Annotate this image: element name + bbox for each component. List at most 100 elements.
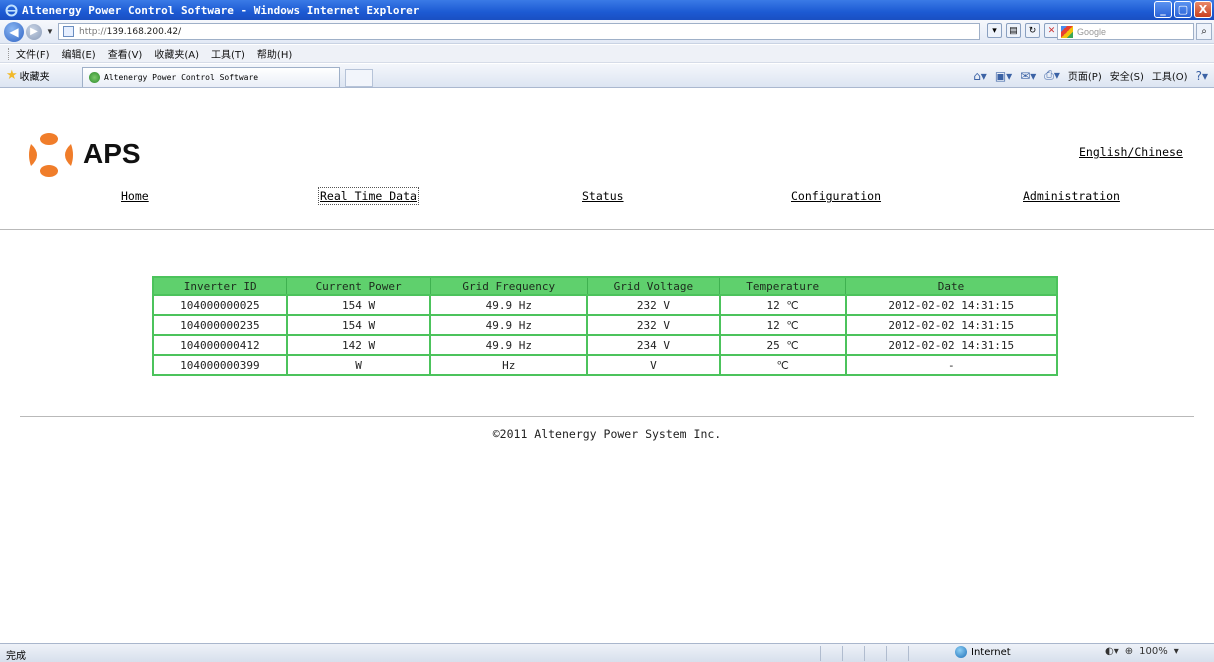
cell-temperature: 25 ℃	[718, 334, 847, 356]
table-row: 104000000025 154 W 49.9 Hz 232 V 12 ℃ 20…	[152, 294, 1059, 316]
inverter-data-table: Inverter ID Current Power Grid Frequency…	[152, 276, 1059, 376]
safety-menu[interactable]: 安全(S)	[1110, 68, 1144, 83]
table-row: 104000000235 154 W 49.9 Hz 232 V 12 ℃ 20…	[152, 314, 1059, 336]
zoom-icon: ⊕	[1124, 646, 1134, 657]
favorites-button[interactable]: 收藏夹	[20, 68, 50, 83]
cell-inverter-id: 104000000399	[152, 354, 288, 376]
aps-logo: APS	[25, 130, 165, 180]
maximize-button[interactable]: ▢	[1174, 1, 1192, 18]
status-bar: 完成 Internet ◐▾ ⊕ 100% ▾	[0, 643, 1214, 662]
cell-inverter-id: 104000000235	[152, 314, 288, 336]
cell-inverter-id: 104000000025	[152, 294, 288, 316]
cell-date: -	[844, 354, 1059, 376]
menu-edit[interactable]: 编辑(E)	[62, 46, 96, 61]
mail-icon[interactable]: ✉▾	[1020, 69, 1036, 83]
column-header: Date	[845, 276, 1058, 296]
table-row: 104000000399 W Hz V ℃ -	[152, 354, 1059, 376]
copyright-text: ©2011 Altenergy Power System Inc.	[492, 427, 722, 441]
refresh-icon[interactable]: ↻	[1025, 23, 1040, 38]
menu-tools[interactable]: 工具(T)	[211, 46, 245, 61]
menu-help[interactable]: 帮助(H)	[257, 46, 292, 61]
google-icon	[1061, 25, 1073, 38]
forward-button[interactable]: ▶	[26, 23, 42, 40]
status-pane	[842, 646, 864, 661]
search-placeholder: Google	[1077, 26, 1107, 37]
cell-grid-frequency: 49.9 Hz	[429, 314, 589, 336]
menu-favorites[interactable]: 收藏夹(A)	[154, 46, 199, 61]
home-icon[interactable]: ⌂▾	[973, 69, 987, 83]
cell-current-power: W	[285, 354, 432, 376]
header-divider	[0, 229, 1214, 230]
zone-label: Internet	[971, 646, 1011, 658]
close-button[interactable]: X	[1194, 1, 1212, 18]
url-scheme: http://	[79, 26, 107, 37]
history-dropdown-icon[interactable]: ▼	[46, 27, 54, 36]
cell-current-power: 154 W	[285, 314, 432, 336]
column-header: Temperature	[719, 276, 847, 296]
back-arrow-icon: ◀	[9, 24, 19, 39]
cell-grid-voltage: 232 V	[586, 314, 721, 336]
table-header-row: Inverter ID Current Power Grid Frequency…	[152, 276, 1058, 296]
cell-date: 2012-02-02 14:31:15	[844, 294, 1059, 316]
minimize-button[interactable]: _	[1154, 1, 1172, 18]
feeds-icon[interactable]: ▣▾	[995, 69, 1012, 83]
tools-menu[interactable]: 工具(O)	[1152, 68, 1188, 83]
brand-name: APS	[83, 138, 141, 169]
forward-arrow-icon: ▶	[30, 26, 38, 37]
main-nav: Home Real Time Data Status Configuration…	[0, 187, 1214, 207]
security-zone[interactable]: Internet	[955, 646, 1011, 658]
cell-grid-voltage: 234 V	[586, 334, 721, 356]
cell-current-power: 142 W	[285, 334, 432, 356]
protected-mode-icon[interactable]: ◐▾	[1105, 646, 1119, 657]
cell-temperature: ℃	[718, 354, 847, 376]
page-menu[interactable]: 页面(P)	[1068, 68, 1102, 83]
page-icon	[63, 26, 74, 37]
footer-divider	[20, 416, 1194, 417]
cell-inverter-id: 104000000412	[152, 334, 288, 356]
cell-grid-voltage: 232 V	[586, 294, 721, 316]
back-button[interactable]: ◀	[4, 21, 24, 42]
address-toolbar: ◀ ▶ ▼ http://139.168.200.42/ ▾ ▤ ↻ ✕ Goo…	[0, 20, 1214, 44]
search-icon[interactable]: ⌕	[1196, 23, 1212, 40]
menu-file[interactable]: 文件(F)	[16, 46, 50, 61]
menu-view[interactable]: 查看(V)	[108, 46, 143, 61]
column-header: Inverter ID	[152, 276, 288, 296]
toolbar-grip	[8, 47, 10, 60]
status-pane	[820, 646, 842, 661]
language-toggle-link[interactable]: English/Chinese	[1079, 145, 1183, 159]
tab-favicon-icon	[89, 72, 100, 83]
nav-configuration[interactable]: Configuration	[791, 189, 881, 203]
cell-date: 2012-02-02 14:31:15	[844, 334, 1059, 356]
column-header: Grid Voltage	[586, 276, 721, 296]
favorites-bar: ★ 收藏夹 Altenergy Power Control Software ⌂…	[0, 64, 1214, 88]
address-dropdown-icon[interactable]: ▾	[987, 23, 1002, 38]
status-pane	[908, 646, 930, 661]
window-titlebar: Altenergy Power Control Software - Windo…	[0, 0, 1214, 20]
nav-real-time-data[interactable]: Real Time Data	[318, 187, 419, 205]
cell-grid-frequency: 49.9 Hz	[429, 334, 589, 356]
nav-status[interactable]: Status	[582, 189, 624, 203]
new-tab-button[interactable]	[345, 69, 373, 87]
nav-administration[interactable]: Administration	[1023, 189, 1120, 203]
search-input[interactable]: Google	[1057, 23, 1194, 40]
favorites-star-icon[interactable]: ★	[6, 68, 18, 83]
status-panes	[820, 646, 930, 661]
nav-home[interactable]: Home	[121, 189, 149, 203]
address-input[interactable]: http://139.168.200.42/	[58, 23, 980, 40]
cell-temperature: 12 ℃	[718, 294, 847, 316]
compatibility-view-icon[interactable]: ▤	[1006, 23, 1021, 38]
tab-title: Altenergy Power Control Software	[104, 73, 259, 82]
zoom-control[interactable]: ◐▾ ⊕ 100% ▾	[1105, 646, 1179, 657]
window-title: Altenergy Power Control Software - Windo…	[22, 3, 420, 17]
browser-tab[interactable]: Altenergy Power Control Software	[82, 67, 340, 87]
cell-current-power: 154 W	[285, 294, 432, 316]
print-icon[interactable]: ⎙▾	[1044, 68, 1060, 83]
status-text: 完成	[6, 651, 26, 662]
zoom-dropdown-icon[interactable]: ▾	[1174, 646, 1179, 657]
cell-grid-frequency: 49.9 Hz	[429, 294, 589, 316]
status-pane	[864, 646, 886, 661]
cell-temperature: 12 ℃	[718, 314, 847, 336]
menu-bar: 文件(F) 编辑(E) 查看(V) 收藏夹(A) 工具(T) 帮助(H)	[0, 45, 1214, 63]
ie-logo-icon	[4, 3, 18, 17]
help-icon[interactable]: ?▾	[1196, 69, 1208, 83]
